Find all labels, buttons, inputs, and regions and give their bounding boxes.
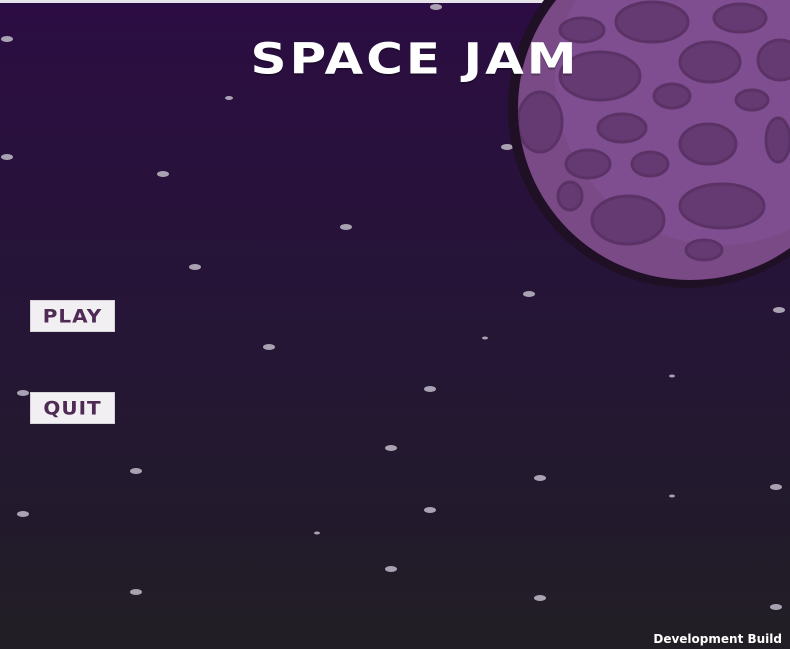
crater	[756, 38, 790, 82]
crater	[678, 122, 738, 166]
game-screen: SPACE JAM PLAY QUIT Development Build	[0, 0, 790, 649]
game-title: SPACE JAM	[250, 34, 580, 84]
crater	[734, 88, 770, 112]
crater	[518, 90, 564, 154]
crater	[564, 148, 612, 180]
planet	[508, 0, 790, 288]
development-build-label: Development Build	[653, 632, 782, 646]
crater	[678, 40, 742, 84]
crater	[630, 150, 670, 178]
crater	[712, 2, 768, 34]
crater	[684, 238, 724, 262]
crater	[764, 116, 790, 164]
crater	[556, 180, 584, 212]
crater	[596, 112, 648, 144]
crater	[678, 182, 766, 230]
crater	[590, 194, 666, 246]
play-button-label: PLAY	[42, 304, 103, 328]
play-button[interactable]: PLAY	[30, 300, 115, 332]
crater	[652, 82, 692, 110]
quit-button[interactable]: QUIT	[30, 392, 115, 424]
quit-button-label: QUIT	[43, 396, 102, 420]
